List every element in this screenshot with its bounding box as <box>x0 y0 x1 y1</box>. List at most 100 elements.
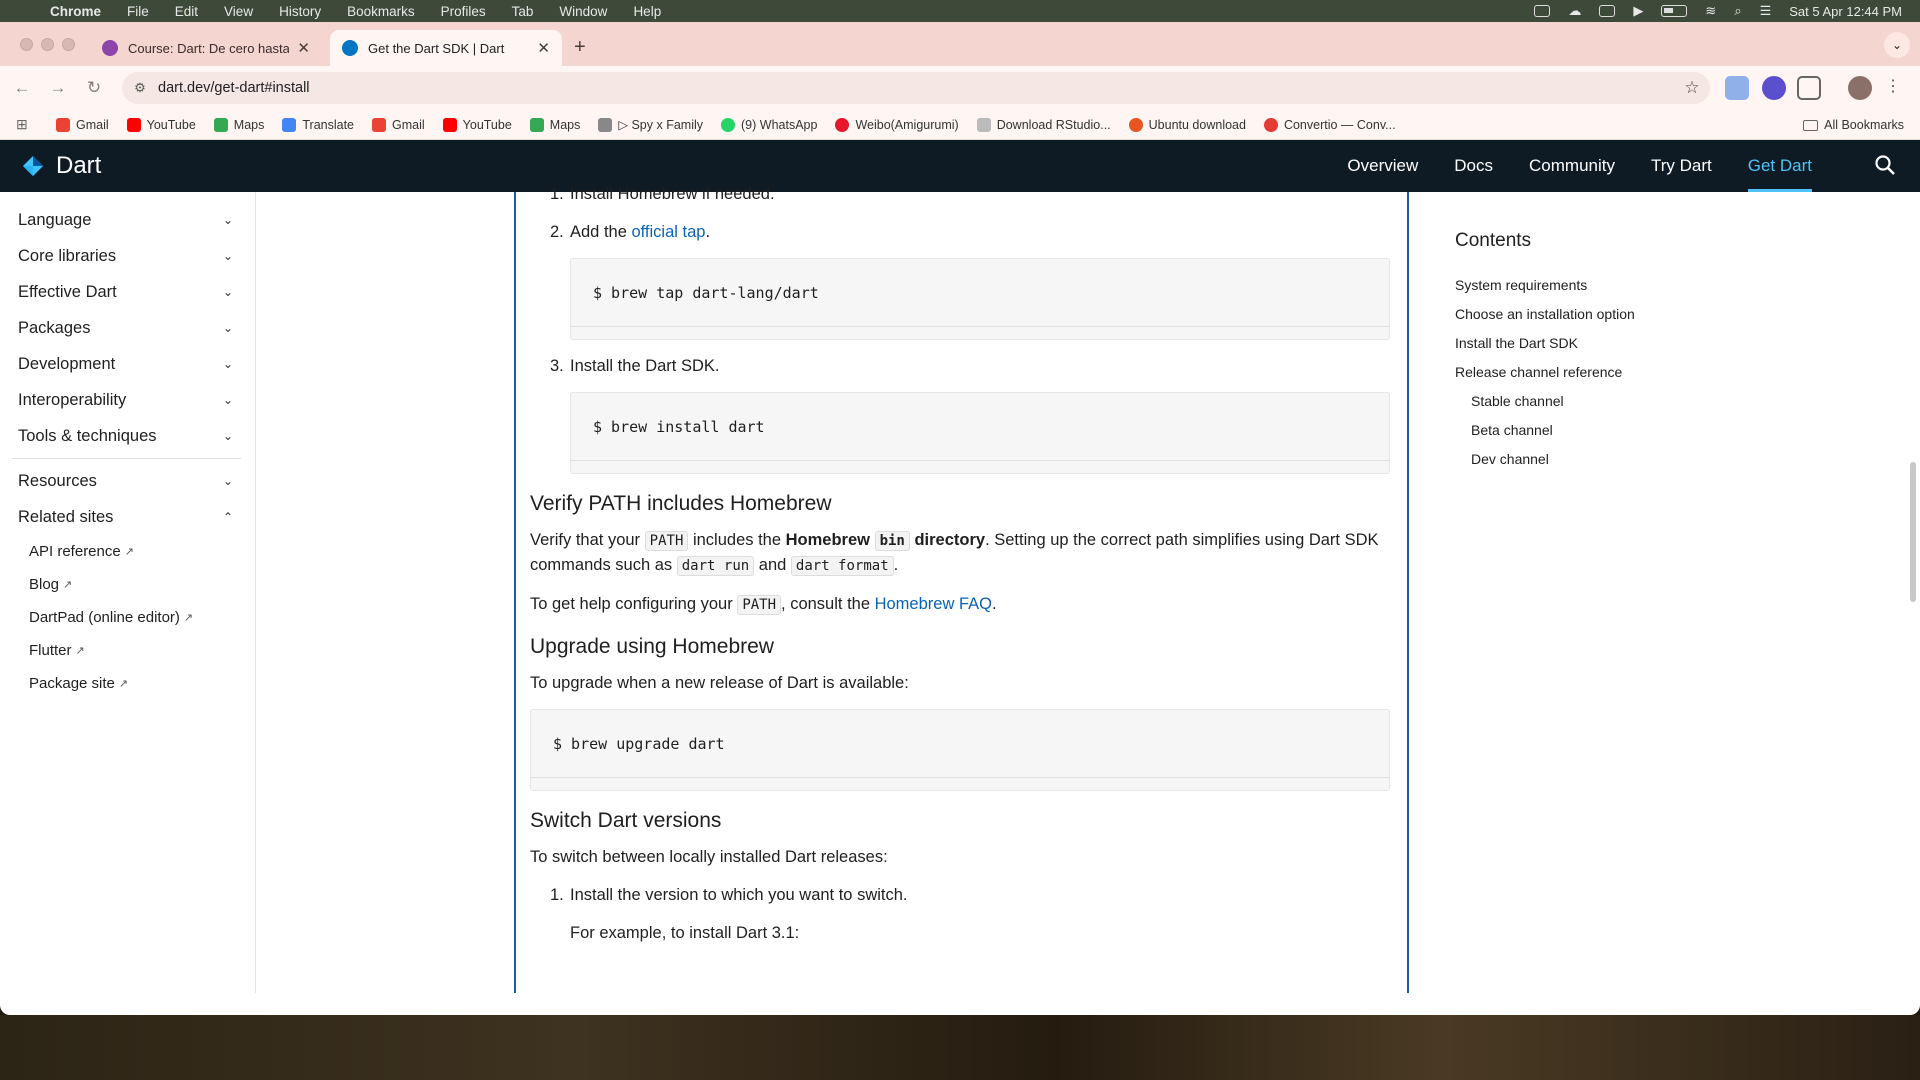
sidebar-item-interoperability[interactable]: Interoperability ⌄ <box>0 382 255 418</box>
code-block[interactable]: $ brew upgrade dart <box>530 709 1390 791</box>
control-center-icon[interactable]: ☰ <box>1760 3 1772 19</box>
menu-app-name[interactable]: Chrome <box>50 4 101 19</box>
sidebar-item-effective-dart[interactable]: Effective Dart ⌄ <box>0 274 255 310</box>
bookmark-item[interactable]: Translate <box>282 117 354 132</box>
toc-item-beta-channel[interactable]: Beta channel <box>1455 415 1755 444</box>
bookmark-item[interactable]: Convertio — Conv... <box>1263 117 1396 132</box>
toc-item-choose-option[interactable]: Choose an installation option <box>1455 299 1755 328</box>
code-text[interactable]: $ brew install dart <box>593 418 765 436</box>
bold-text: Homebrew <box>785 531 870 549</box>
toc-item-install-sdk[interactable]: Install the Dart SDK <box>1455 328 1755 357</box>
extensions-puzzle-icon[interactable] <box>1797 76 1821 100</box>
bookmark-item[interactable]: Gmail <box>56 117 109 132</box>
bookmark-label: Ubuntu download <box>1148 117 1246 132</box>
sidebar-link-flutter[interactable]: Flutter ↗ <box>0 634 255 667</box>
menu-profiles[interactable]: Profiles <box>441 4 486 19</box>
battery-icon[interactable] <box>1661 5 1688 17</box>
spotlight-search-icon[interactable]: ⌕ <box>1734 3 1741 19</box>
sidebar-item-packages[interactable]: Packages ⌄ <box>0 310 255 346</box>
menu-help[interactable]: Help <box>633 4 661 19</box>
menubar-datetime[interactable]: Sat 5 Apr 12:44 PM <box>1789 4 1902 19</box>
menu-tab[interactable]: Tab <box>512 4 534 19</box>
bookmark-label: (9) WhatsApp <box>741 117 818 132</box>
nav-docs[interactable]: Docs <box>1436 140 1511 192</box>
menu-window[interactable]: Window <box>559 4 607 19</box>
toc-item-release-channel[interactable]: Release channel reference <box>1455 357 1755 386</box>
bookmark-star-icon[interactable]: ☆ <box>1674 78 1710 98</box>
tab-course-dart[interactable]: Course: Dart: De cero hasta l ✕ <box>90 30 322 66</box>
code-text[interactable]: $ brew tap dart-lang/dart <box>593 284 819 302</box>
bookmark-item[interactable]: Maps <box>213 117 264 132</box>
all-bookmarks-button[interactable]: All Bookmarks <box>1803 110 1904 140</box>
sidebar-item-language[interactable]: Language ⌄ <box>0 202 255 238</box>
url-text[interactable]: dart.dev/get-dart#install <box>158 80 1674 96</box>
page-scrollbar[interactable] <box>1910 462 1916 602</box>
menu-file[interactable]: File <box>127 4 149 19</box>
official-tap-link[interactable]: official tap <box>631 223 705 241</box>
sidebar-item-related-sites[interactable]: Related sites ⌃ <box>0 499 255 535</box>
sidebar-link-api-reference[interactable]: API reference ↗ <box>0 535 255 568</box>
extension-badge-icon[interactable] <box>1762 76 1786 100</box>
close-tab-icon[interactable]: ✕ <box>537 39 550 57</box>
bookmark-item[interactable]: Download RStudio... <box>976 117 1111 132</box>
apps-grid-icon[interactable]: ⊞ <box>16 116 38 133</box>
sidebar-link-dartpad[interactable]: DartPad (online editor) ↗ <box>0 601 255 634</box>
sidebar-link-package-site[interactable]: Package site ↗ <box>0 667 255 700</box>
menu-edit[interactable]: Edit <box>175 4 198 19</box>
address-bar[interactable]: ⚙ dart.dev/get-dart#install ☆ <box>122 72 1710 104</box>
list-item: 3. Install the Dart SDK. <box>550 357 720 375</box>
site-info-icon[interactable]: ⚙ <box>122 80 158 96</box>
external-link-icon: ↗ <box>183 612 194 624</box>
sidebar-link-blog[interactable]: Blog ↗ <box>0 568 255 601</box>
notion-icon[interactable] <box>1534 5 1551 17</box>
code-block[interactable]: $ brew tap dart-lang/dart <box>570 258 1390 340</box>
menu-history[interactable]: History <box>279 4 321 19</box>
profile-avatar[interactable] <box>1848 76 1872 100</box>
sidebar-item-resources[interactable]: Resources ⌄ <box>0 463 255 499</box>
menu-bookmarks[interactable]: Bookmarks <box>347 4 415 19</box>
browser-menu-icon[interactable]: ⋮ <box>1885 76 1901 100</box>
chevron-down-icon: ⌄ <box>222 357 233 371</box>
bookmark-item[interactable]: Weibo(Amigurumi) <box>835 117 959 132</box>
code-block[interactable]: $ brew install dart <box>570 392 1390 474</box>
menu-view[interactable]: View <box>224 4 253 19</box>
code-text[interactable]: $ brew upgrade dart <box>553 735 725 753</box>
toc-item-stable-channel[interactable]: Stable channel <box>1455 386 1755 415</box>
bookmark-item[interactable]: Ubuntu download <box>1128 117 1246 132</box>
nav-get-dart[interactable]: Get Dart <box>1730 140 1830 192</box>
search-icon[interactable] <box>1874 154 1896 176</box>
back-arrow-icon[interactable]: ← <box>4 78 40 98</box>
extension-off-icon[interactable] <box>1725 76 1749 100</box>
bookmark-item[interactable]: ▷ Spy x Family <box>598 117 703 132</box>
close-window-button[interactable] <box>20 38 33 51</box>
toc-item-dev-channel[interactable]: Dev channel <box>1455 444 1755 473</box>
sidebar-item-tools-techniques[interactable]: Tools & techniques ⌄ <box>0 418 255 454</box>
bookmark-item[interactable]: Gmail <box>372 117 425 132</box>
forward-arrow-icon[interactable]: → <box>40 78 76 98</box>
nav-try-dart[interactable]: Try Dart <box>1633 140 1730 192</box>
tab-get-dart-sdk[interactable]: Get the Dart SDK | Dart ✕ <box>330 30 562 66</box>
close-tab-icon[interactable]: ✕ <box>297 39 310 57</box>
play-icon[interactable]: ▶ <box>1633 3 1643 19</box>
reload-icon[interactable]: ↻ <box>76 78 112 98</box>
new-tab-button[interactable]: + <box>574 36 586 59</box>
chevron-down-icon: ⌄ <box>222 249 233 263</box>
bookmark-item[interactable]: (9) WhatsApp <box>721 117 818 132</box>
sidebar-link-label: Package site <box>29 675 115 692</box>
maximize-window-button[interactable] <box>62 38 75 51</box>
toc-item-system-requirements[interactable]: System requirements <box>1455 270 1755 299</box>
homebrew-faq-link[interactable]: Homebrew FAQ <box>875 595 992 613</box>
minimize-window-button[interactable] <box>41 38 54 51</box>
bookmark-item[interactable]: YouTube <box>442 117 512 132</box>
cloud-icon[interactable]: ☁ <box>1568 3 1581 19</box>
wifi-icon[interactable]: ≋ <box>1705 3 1716 19</box>
sidebar-item-development[interactable]: Development ⌄ <box>0 346 255 382</box>
bookmark-item[interactable]: Maps <box>529 117 580 132</box>
dart-logo[interactable]: Dart <box>20 152 101 180</box>
bookmark-item[interactable]: YouTube <box>126 117 196 132</box>
tab-search-chevron-icon[interactable]: ⌄ <box>1884 32 1910 58</box>
paragraph: To upgrade when a new release of Dart is… <box>530 674 909 692</box>
nav-community[interactable]: Community <box>1511 140 1633 192</box>
sidebar-item-core-libraries[interactable]: Core libraries ⌄ <box>0 238 255 274</box>
display-icon[interactable] <box>1599 5 1616 17</box>
